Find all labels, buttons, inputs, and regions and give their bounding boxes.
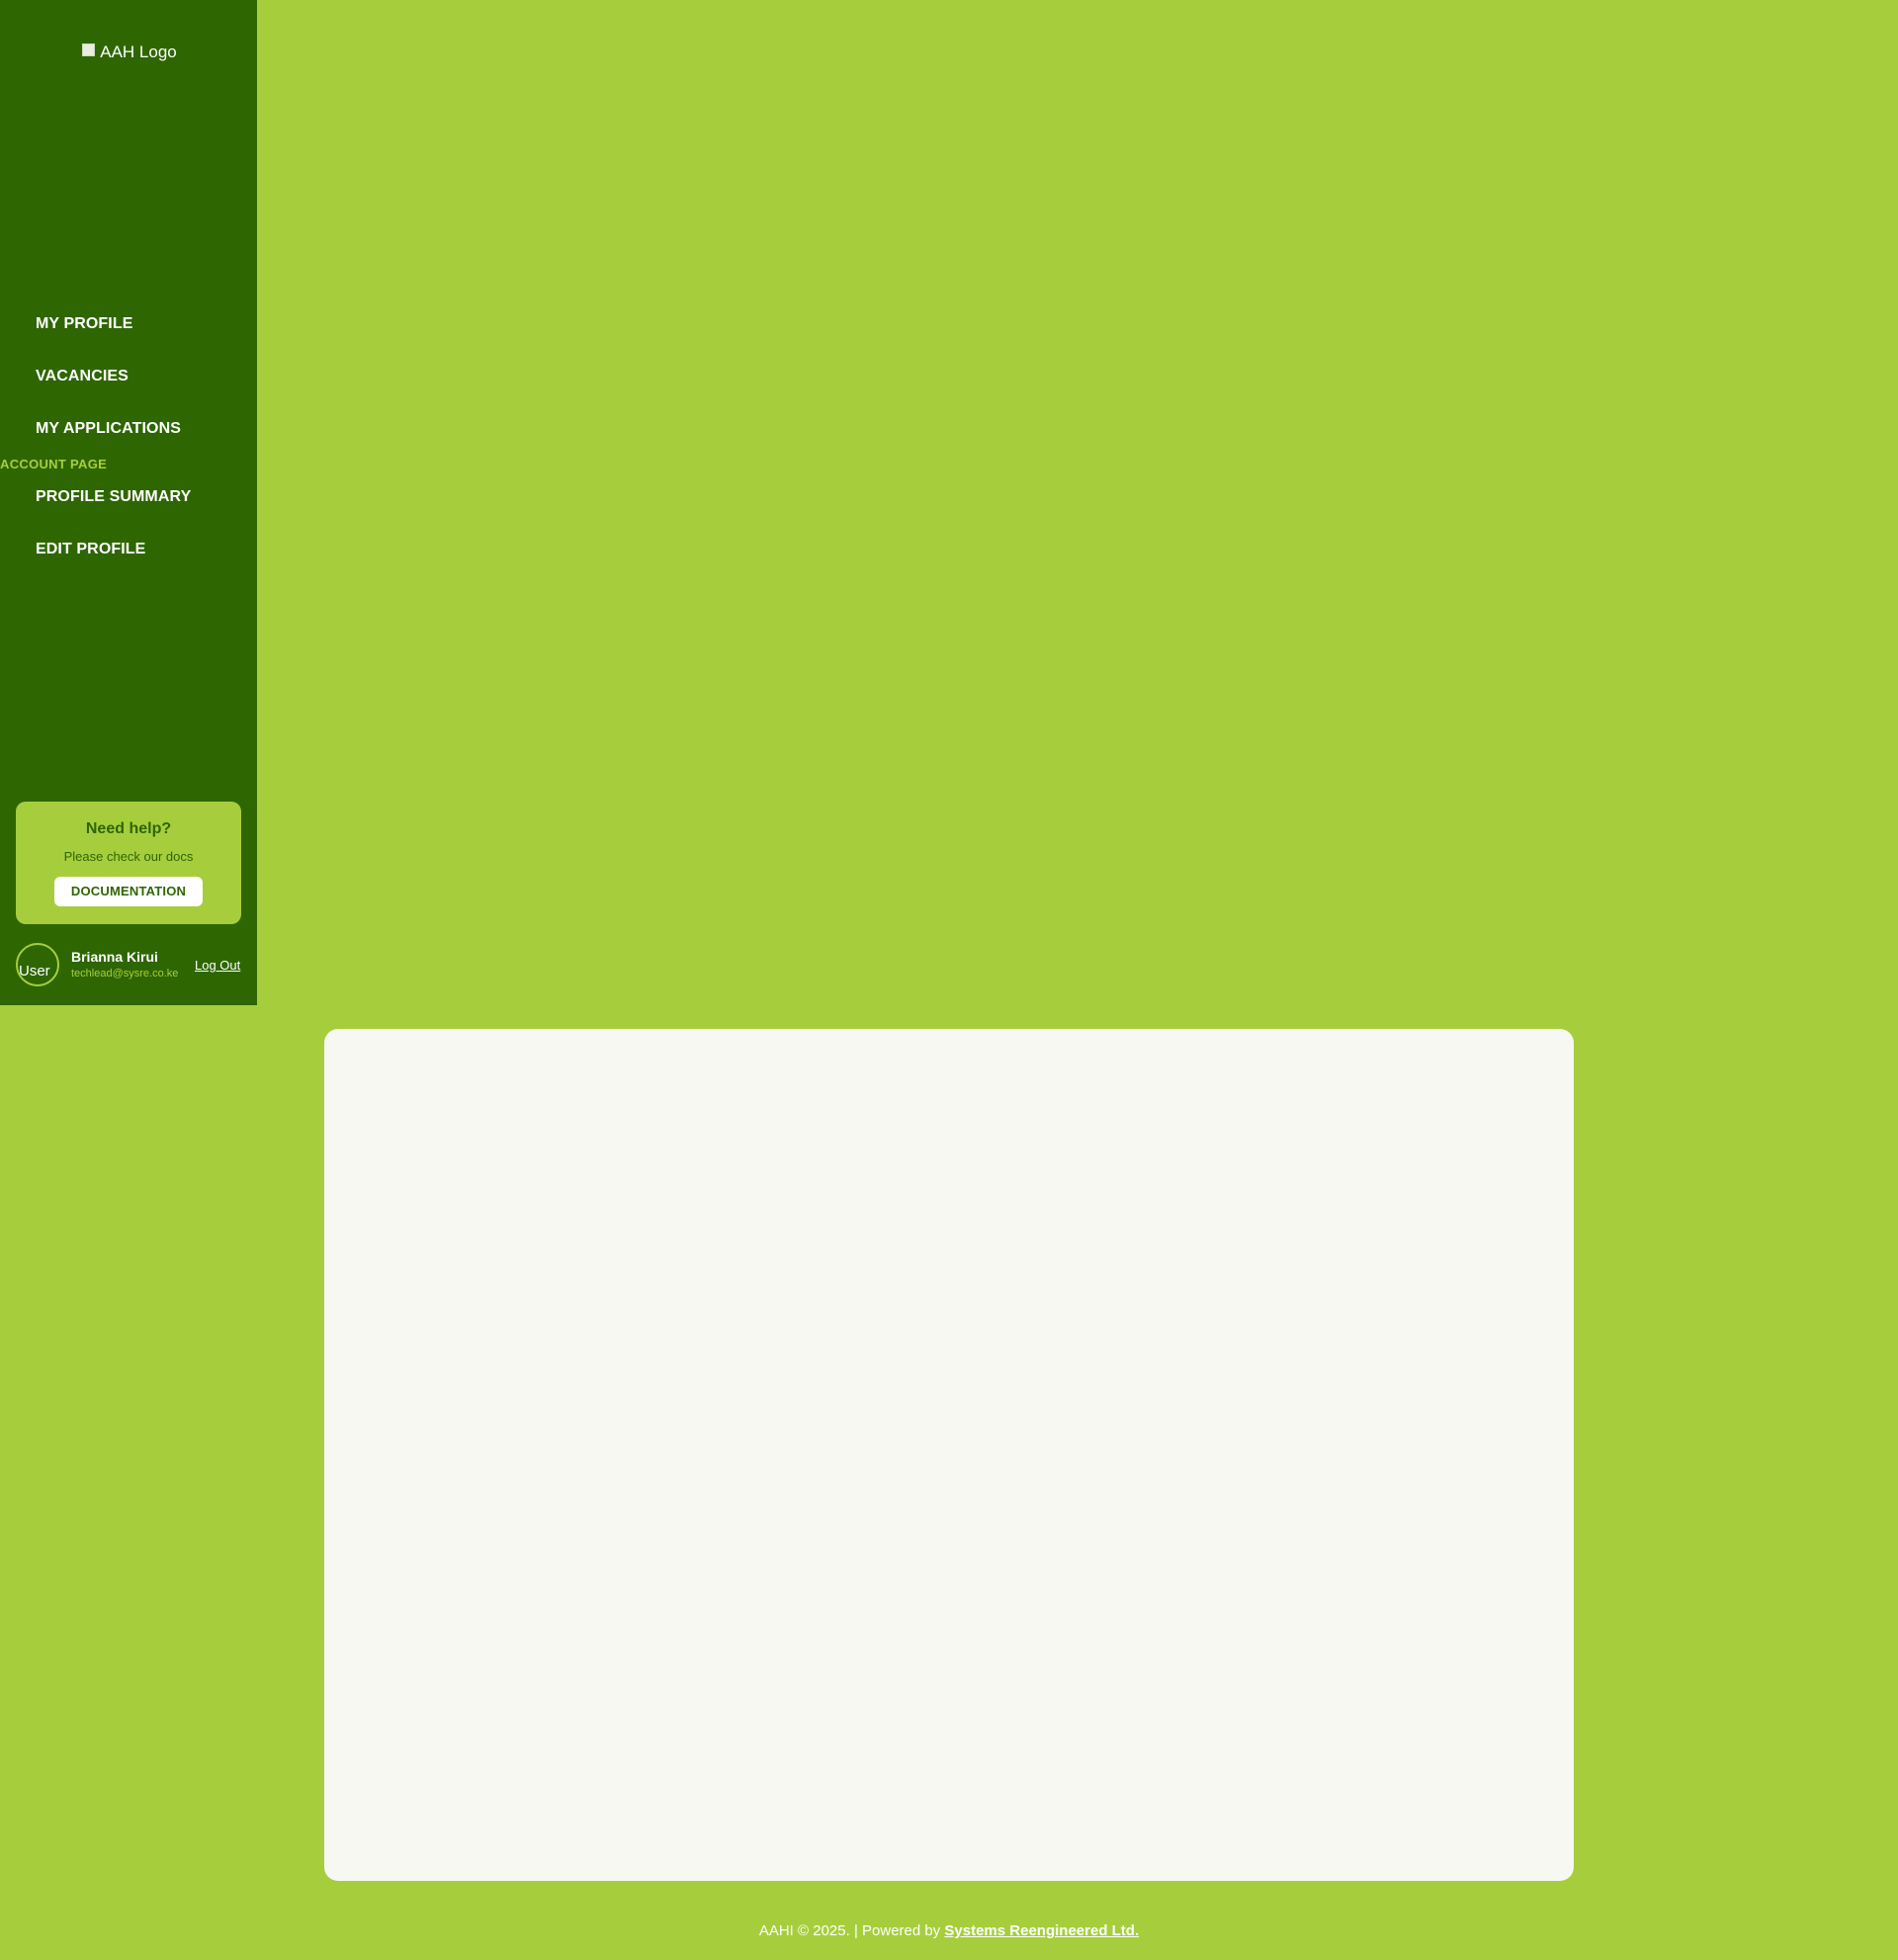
main-content-card xyxy=(324,1029,1574,1881)
footer: AAHI © 2025. | Powered by Systems Reengi… xyxy=(0,1922,1898,1939)
avatar[interactable]: User xyxy=(16,943,59,986)
user-email: techlead@sysre.co.ke xyxy=(71,968,179,980)
avatar-alt-text: User xyxy=(19,963,50,980)
logo: AAH Logo xyxy=(0,42,257,62)
help-card: Need help? Please check our docs DOCUMEN… xyxy=(16,802,241,924)
nav-item-my-applications[interactable]: MY APPLICATIONS xyxy=(36,420,181,438)
help-subtitle: Please check our docs xyxy=(63,849,194,864)
footer-text: AAHI © 2025. | Powered by xyxy=(758,1922,941,1939)
logout-link[interactable]: Log Out xyxy=(195,958,240,973)
nav-item-profile-summary[interactable]: PROFILE SUMMARY xyxy=(36,488,191,506)
broken-image-icon xyxy=(80,42,96,57)
nav-item-vacancies[interactable]: VACANCIES xyxy=(36,368,129,385)
logo-alt-text: AAH Logo xyxy=(100,43,177,61)
nav-item-my-profile[interactable]: MY PROFILE xyxy=(36,315,133,333)
user-name: Brianna Kirui xyxy=(71,949,158,965)
nav-item-edit-profile[interactable]: EDIT PROFILE xyxy=(36,541,145,558)
sidebar: AAH Logo MY PROFILE VACANCIES MY APPLICA… xyxy=(0,0,257,1005)
documentation-button[interactable]: DOCUMENTATION xyxy=(54,877,203,906)
section-label-account-page: ACCOUNT PAGE xyxy=(0,457,108,471)
footer-link[interactable]: Systems Reengineered Ltd. xyxy=(944,1922,1139,1939)
help-title: Need help? xyxy=(85,820,172,837)
